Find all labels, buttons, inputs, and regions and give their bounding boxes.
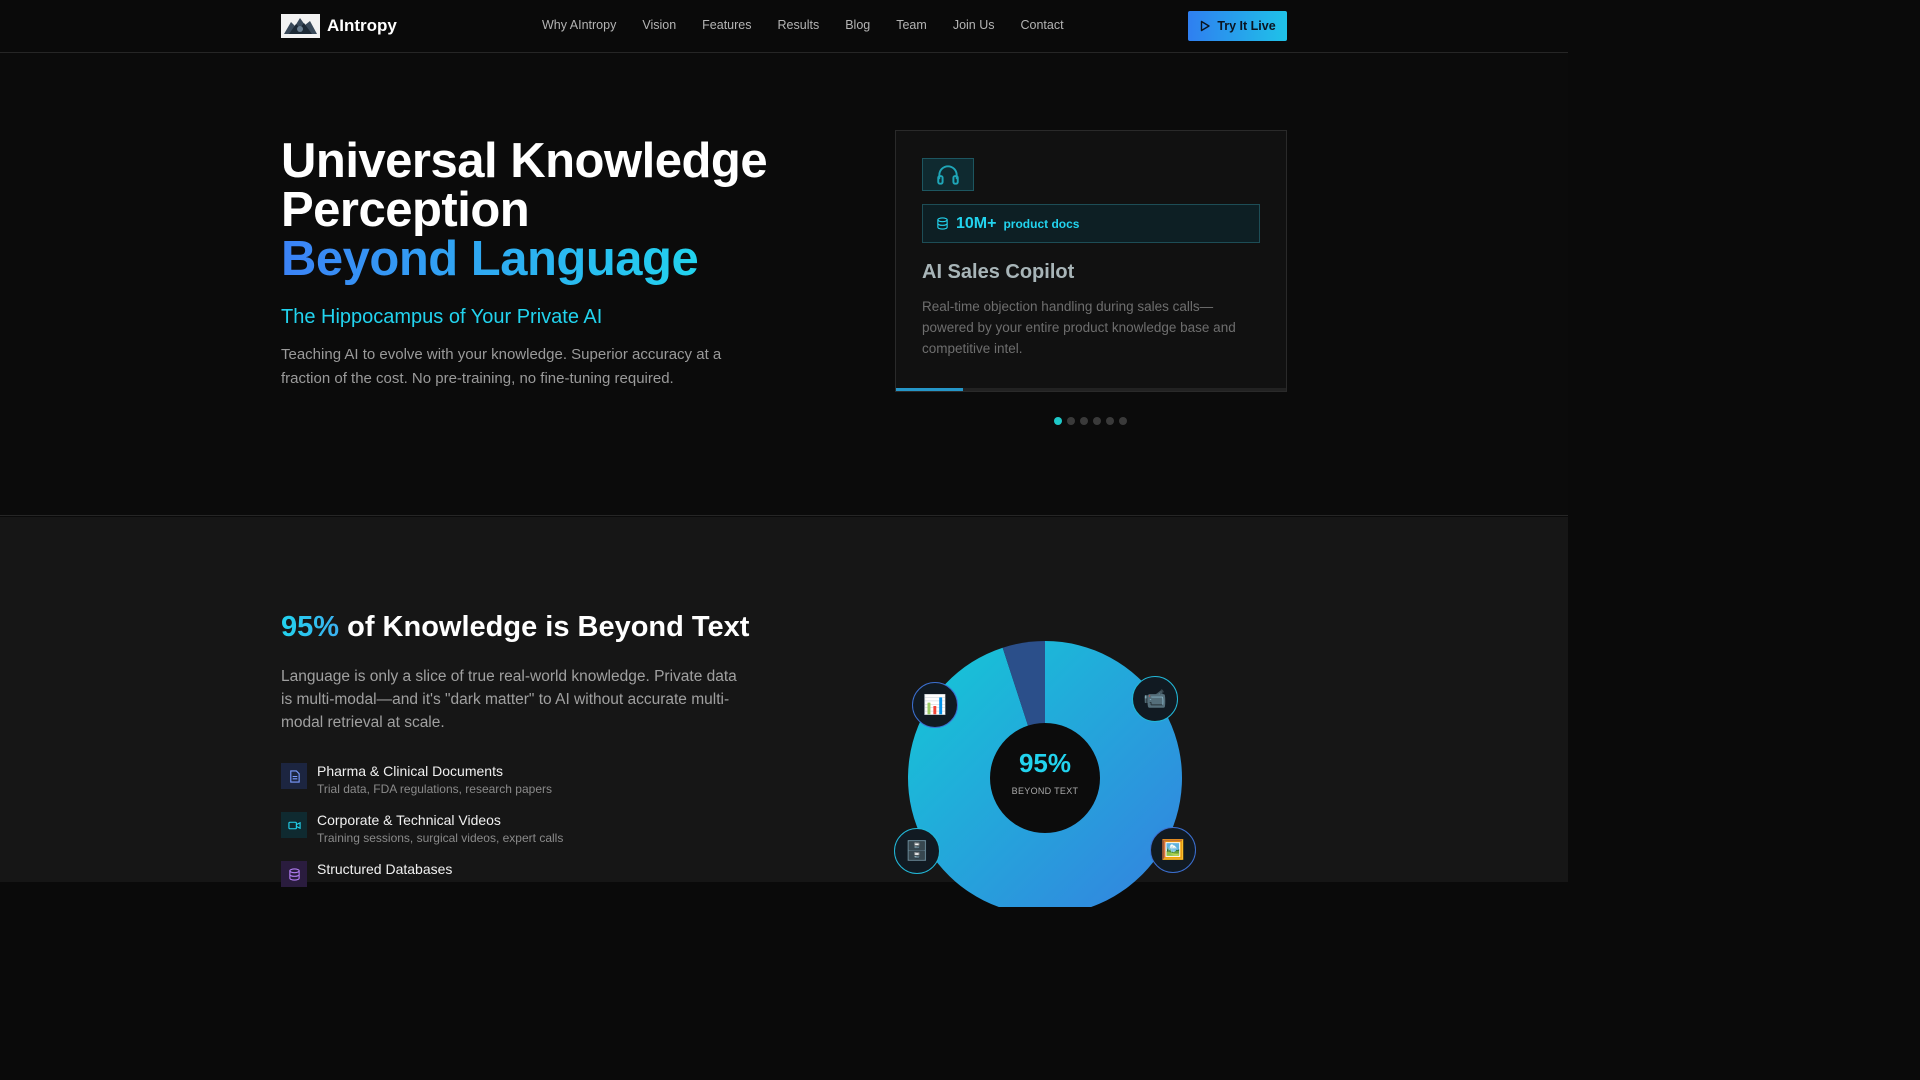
feature-title: Structured Databases — [317, 861, 453, 877]
video-icon — [281, 812, 307, 838]
database-icon — [281, 861, 307, 887]
database-icon — [937, 217, 948, 230]
hero-subtitle: The Hippocampus of Your Private AI — [281, 306, 603, 328]
hero-description: Teaching AI to evolve with your knowledg… — [281, 346, 722, 387]
file-cabinet-icon: 🗄️ — [894, 828, 940, 874]
brand-name: AIntropy — [327, 16, 397, 35]
nav-link-team[interactable]: Team — [896, 18, 927, 32]
carousel-dot[interactable] — [1054, 417, 1062, 425]
nav-link-results[interactable]: Results — [778, 18, 820, 32]
hero-title: Universal Knowledge Perception Beyond La… — [281, 137, 841, 284]
section-description: Language is only a slice of true real-wo… — [281, 668, 737, 731]
hero-title-line2: Perception — [281, 183, 530, 237]
feature-item-databases: Structured Databases — [281, 861, 452, 887]
section-title: 95% of Knowledge is Beyond Text — [281, 611, 749, 644]
nav-link-blog[interactable]: Blog — [845, 18, 870, 32]
feature-item-pharma: Pharma & Clinical Documents Trial data, … — [281, 763, 552, 796]
play-icon — [1201, 20, 1211, 32]
video-camera-icon: 📹 — [1132, 676, 1178, 722]
carousel-dot[interactable] — [1067, 417, 1075, 425]
picture-icon: 🖼️ — [1150, 827, 1196, 873]
feature-item-videos: Corporate & Technical Videos Training se… — [281, 812, 563, 845]
nav-link-join[interactable]: Join Us — [953, 18, 995, 32]
top-nav: AIntropy Why AIntropy Vision Features Re… — [0, 0, 1568, 53]
headset-icon — [922, 158, 974, 191]
card-description: Real-time objection handling during sale… — [922, 299, 1236, 356]
document-icon — [281, 763, 307, 789]
section-title-rest: of Knowledge is Beyond Text — [339, 611, 750, 643]
hero-title-line1: Universal Knowledge — [281, 134, 768, 188]
carousel-dot[interactable] — [1093, 417, 1101, 425]
try-it-live-label: Try It Live — [1217, 19, 1276, 33]
use-case-card[interactable]: 10M+ product docs AI Sales Copilot Real-… — [895, 130, 1287, 392]
card-stat-value: 10M+ — [956, 214, 997, 232]
nav-links: Why AIntropy Vision Features Results Blo… — [542, 18, 1064, 32]
card-progress-bar — [896, 388, 1286, 391]
feature-subtitle: Training sessions, surgical videos, expe… — [317, 831, 564, 845]
donut-center-label: BEYOND TEXT — [1011, 786, 1079, 796]
nav-link-vision[interactable]: Vision — [642, 18, 676, 32]
feature-title: Corporate & Technical Videos — [317, 812, 501, 828]
section-title-accent: 95% — [281, 611, 340, 643]
donut-center-value: 95% — [1018, 748, 1072, 778]
logo-icon — [281, 14, 320, 38]
card-stat: 10M+ product docs — [922, 204, 1260, 243]
card-progress-fill — [896, 388, 963, 391]
carousel-dot[interactable] — [1119, 417, 1127, 425]
carousel-dot[interactable] — [1106, 417, 1114, 425]
knowledge-donut-chart: 95% BEYOND TEXT 📊 📹 🗄️ 🖼️ — [880, 617, 1220, 915]
nav-link-contact[interactable]: Contact — [1021, 18, 1064, 32]
hero-section: Universal Knowledge Perception Beyond La… — [0, 53, 1568, 516]
brand-logo[interactable]: AIntropy — [281, 14, 397, 38]
card-title: AI Sales Copilot — [922, 261, 1075, 283]
feature-title: Pharma & Clinical Documents — [317, 763, 503, 779]
nav-link-features[interactable]: Features — [702, 18, 751, 32]
carousel-dot[interactable] — [1080, 417, 1088, 425]
card-stat-label: product docs — [1003, 216, 1080, 231]
hero-title-highlight: Beyond Language — [281, 232, 699, 286]
carousel-dots — [1054, 417, 1127, 425]
nav-link-why[interactable]: Why AIntropy — [542, 18, 616, 32]
beyond-text-section: 95% of Knowledge is Beyond Text Language… — [0, 517, 1568, 915]
try-it-live-button[interactable]: Try It Live — [1188, 11, 1287, 41]
feature-subtitle: Trial data, FDA regulations, research pa… — [317, 782, 553, 796]
bar-chart-icon: 📊 — [912, 682, 958, 728]
